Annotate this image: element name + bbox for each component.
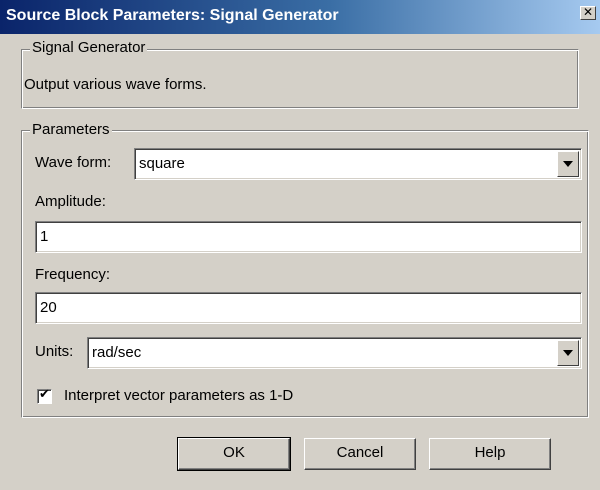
chevron-down-icon <box>563 161 573 167</box>
amplitude-value: 1 <box>40 228 49 245</box>
title-bar[interactable]: Source Block Parameters: Signal Generato… <box>0 0 600 34</box>
wave-form-value: square <box>139 155 185 172</box>
chevron-down-icon <box>563 350 573 356</box>
parameters-group-legend: Parameters <box>30 121 112 138</box>
block-description: Output various wave forms. <box>24 76 207 93</box>
frequency-input[interactable]: 20 <box>35 292 582 324</box>
checkmark-icon: ✔ <box>39 387 50 402</box>
units-label: Units: <box>35 343 74 360</box>
window-title: Source Block Parameters: Signal Generato… <box>6 7 339 24</box>
dialog-window: Source Block Parameters: Signal Generato… <box>0 0 600 490</box>
wave-form-dropdown-button[interactable] <box>557 151 579 177</box>
amplitude-label: Amplitude: <box>35 193 106 210</box>
wave-form-label: Wave form: <box>35 154 112 171</box>
interpret-vector-checkbox[interactable]: ✔ <box>37 387 52 404</box>
description-group-legend: Signal Generator <box>30 39 148 56</box>
frequency-value: 20 <box>40 299 57 316</box>
frequency-label: Frequency: <box>35 266 111 283</box>
wave-form-dropdown[interactable]: square <box>134 148 582 180</box>
units-value: rad/sec <box>92 344 142 361</box>
units-dropdown-button[interactable] <box>557 340 579 366</box>
amplitude-input[interactable]: 1 <box>35 221 582 253</box>
ok-button[interactable]: OK <box>177 437 291 471</box>
units-dropdown[interactable]: rad/sec <box>87 337 582 369</box>
help-button[interactable]: Help <box>429 438 551 470</box>
interpret-vector-label[interactable]: Interpret vector parameters as 1-D <box>64 387 293 404</box>
close-icon: ✕ <box>582 5 594 19</box>
close-button[interactable]: ✕ <box>580 6 596 20</box>
cancel-button[interactable]: Cancel <box>304 438 416 470</box>
